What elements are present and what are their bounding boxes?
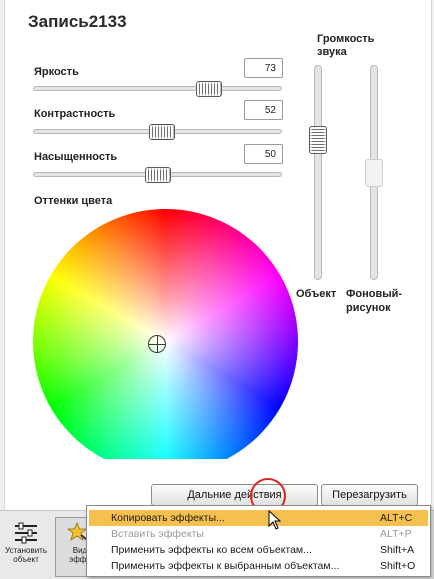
background-volume-label-line2: рисунок xyxy=(346,302,391,314)
contrast-slider-thumb[interactable] xyxy=(149,124,175,140)
object-volume-slider-thumb[interactable] xyxy=(309,126,327,154)
menu-item-label: Вставить эффекты xyxy=(111,528,204,540)
hue-label: Оттенки цвета xyxy=(34,195,113,207)
background-volume-label-line1: Фоновый- xyxy=(346,288,403,300)
install-object-label-line2: объект xyxy=(13,555,39,564)
menu-item-shortcut: Shift+A xyxy=(380,544,415,556)
install-object-tool[interactable]: Установить объект xyxy=(1,517,51,577)
menu-item-shortcut: ALT+C xyxy=(380,512,413,524)
saturation-label: Насыщенность xyxy=(34,151,118,163)
saturation-slider-thumb[interactable] xyxy=(145,167,171,183)
reload-button[interactable]: Перезагрузить xyxy=(321,484,418,506)
brightness-slider[interactable] xyxy=(33,81,282,97)
contrast-label: Контрастность xyxy=(34,108,116,120)
more-actions-menu: Копировать эффекты... ALT+C Вставить эфф… xyxy=(86,505,431,577)
object-volume-slider[interactable] xyxy=(309,65,327,280)
menu-item-label: Применить эффекты к выбранным объектам..… xyxy=(111,560,340,572)
menu-item-copy-effects[interactable]: Копировать эффекты... ALT+C xyxy=(89,510,428,526)
menu-item-label: Применить эффекты ко всем объектам... xyxy=(111,544,312,556)
picker-crosshair-icon[interactable] xyxy=(148,335,166,353)
brightness-slider-thumb[interactable] xyxy=(196,81,222,97)
background-volume-slider-thumb[interactable] xyxy=(365,159,383,187)
saturation-value-input[interactable]: 50 xyxy=(244,144,283,164)
menu-item-shortcut: Shift+O xyxy=(380,560,416,572)
menu-item-apply-all[interactable]: Применить эффекты ко всем объектам... Sh… xyxy=(89,542,428,558)
brightness-value-input[interactable]: 73 xyxy=(244,58,283,78)
volume-title-line2: звука xyxy=(317,46,347,58)
menu-item-shortcut: ALT+P xyxy=(380,528,412,540)
mouse-pointer-icon xyxy=(268,510,282,530)
hue-gradient xyxy=(33,209,298,459)
saturation-slider[interactable] xyxy=(33,167,282,183)
background-volume-slider[interactable] xyxy=(365,65,383,280)
install-object-label-line1: Установить xyxy=(5,546,47,555)
color-wheel[interactable] xyxy=(33,209,298,459)
menu-item-label: Копировать эффекты... xyxy=(111,512,225,524)
object-volume-label: Объект xyxy=(296,288,337,300)
contrast-slider[interactable] xyxy=(33,124,282,140)
contrast-value-input[interactable]: 52 xyxy=(244,100,283,120)
sliders-icon xyxy=(15,522,37,544)
more-actions-button[interactable]: Дальние действия xyxy=(151,484,318,506)
menu-item-apply-selected[interactable]: Применить эффекты к выбранным объектам..… xyxy=(89,558,428,574)
page-title: Запись2133 xyxy=(28,12,127,31)
volume-title-line1: Громкость xyxy=(317,33,375,45)
brightness-label: Яркость xyxy=(34,66,79,78)
menu-item-paste-effects[interactable]: Вставить эффекты ALT+P xyxy=(89,526,428,542)
